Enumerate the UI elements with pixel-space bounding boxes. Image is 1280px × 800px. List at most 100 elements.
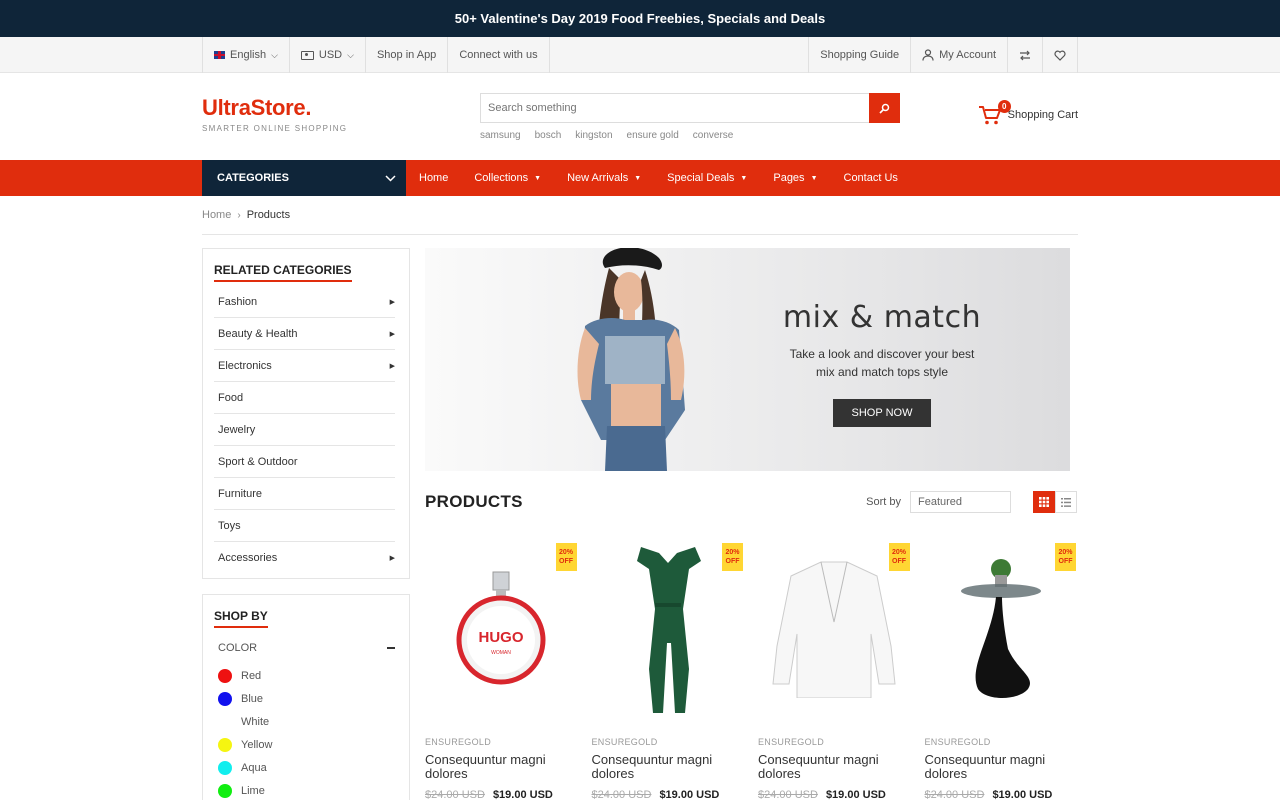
- search-tag[interactable]: samsung: [480, 130, 521, 141]
- cart-label: Shopping Cart: [1007, 109, 1078, 121]
- product-image[interactable]: 20% OFF: [758, 543, 911, 713]
- promo-text[interactable]: 50+ Valentine's Day 2019 Food Freebies, …: [455, 11, 826, 26]
- color-option-lime[interactable]: Lime: [214, 779, 395, 800]
- search-input[interactable]: [480, 93, 869, 123]
- product-name[interactable]: Consequuntur magni dolores: [925, 753, 1078, 781]
- shop-by-box: SHOP BY COLOR Red Blue White Yellow Aqua…: [202, 594, 410, 800]
- shop-in-app-link[interactable]: Shop in App: [366, 37, 449, 73]
- product-name[interactable]: Consequuntur magni dolores: [425, 753, 578, 781]
- caret-down-icon: ▼: [534, 174, 542, 182]
- chevron-down-icon: ⌵: [347, 49, 354, 60]
- category-item-electronics[interactable]: Electronics ▶: [214, 350, 395, 382]
- shop-by-title: SHOP BY: [214, 595, 268, 628]
- discount-badge: 20% OFF: [722, 543, 743, 571]
- shopping-guide-link[interactable]: Shopping Guide: [808, 37, 912, 73]
- logo[interactable]: UltraStore. SMARTER ONLINE SHOPPING: [202, 95, 347, 133]
- price: $19.00 USD: [659, 789, 720, 800]
- product-image[interactable]: HUGO WOMAN 20% OFF: [425, 543, 578, 713]
- product-card[interactable]: 20% OFF ENSUREGOLD Consequuntur magni do…: [592, 543, 745, 800]
- grid-view-button[interactable]: [1033, 491, 1055, 513]
- nav-pages[interactable]: Pages ▼: [760, 160, 830, 196]
- blazer-image: [772, 561, 896, 698]
- color-option-red[interactable]: Red: [214, 664, 395, 687]
- cart-count-badge: 0: [997, 100, 1011, 113]
- currency-selector[interactable]: USD ⌵: [290, 37, 366, 73]
- color-swatch: [218, 760, 232, 775]
- product-name[interactable]: Consequuntur magni dolores: [592, 753, 745, 781]
- search-area: samsung bosch kingston ensure gold conve…: [480, 93, 900, 141]
- product-name[interactable]: Consequuntur magni dolores: [758, 753, 911, 781]
- search-button[interactable]: [869, 93, 900, 123]
- old-price: $24.00 USD: [924, 789, 985, 800]
- caret-right-icon: ▶: [389, 362, 395, 370]
- color-swatch: [218, 668, 232, 683]
- discount-badge: 20% OFF: [555, 543, 577, 571]
- category-item-sport-outdoor[interactable]: Sport & Outdoor: [214, 446, 395, 478]
- product-image[interactable]: 20% OFF: [592, 543, 745, 713]
- sort-select[interactable]: Featured: [910, 491, 1011, 513]
- language-selector[interactable]: English ⌵: [202, 37, 290, 73]
- color-option-yellow[interactable]: Yellow: [214, 733, 395, 756]
- nav-new-arrivals[interactable]: New Arrivals ▼: [554, 160, 654, 196]
- nav-special-deals[interactable]: Special Deals ▼: [654, 160, 760, 196]
- search-tag[interactable]: ensure gold: [627, 130, 679, 141]
- product-brand[interactable]: ENSUREGOLD: [925, 737, 1078, 747]
- nav-home[interactable]: Home: [406, 160, 461, 196]
- product-image[interactable]: 20% OFF: [925, 543, 1078, 713]
- category-item-accessories[interactable]: Accessories ▶: [214, 542, 395, 574]
- category-item-furniture[interactable]: Furniture: [214, 478, 395, 510]
- color-swatch: [218, 737, 232, 752]
- category-item-jewelry[interactable]: Jewelry: [214, 414, 395, 446]
- categories-dropdown[interactable]: CATEGORIES: [202, 160, 406, 196]
- promo-bar: 50+ Valentine's Day 2019 Food Freebies, …: [0, 0, 1280, 37]
- shopping-cart-button[interactable]: 0 Shopping Cart: [978, 100, 1078, 126]
- sort-label: Sort by: [866, 496, 901, 508]
- compare-button[interactable]: [1008, 37, 1043, 73]
- caret-down-icon: ▼: [810, 174, 818, 182]
- popular-search-tags: samsung bosch kingston ensure gold conve…: [480, 130, 900, 141]
- perfume-bottle-image: HUGO WOMAN: [456, 571, 546, 685]
- wishlist-button[interactable]: [1043, 37, 1078, 73]
- breadcrumb-home[interactable]: Home: [202, 209, 231, 221]
- sidebar: RELATED CATEGORIES Fashion ▶ Beauty & Hea…: [202, 248, 410, 800]
- svg-text:HUGO: HUGO: [479, 629, 524, 646]
- category-item-beauty-health[interactable]: Beauty & Health ▶: [214, 318, 395, 350]
- top-bar: English ⌵ USD ⌵ Shop in App Connect with…: [0, 37, 1280, 73]
- main-content: mix & match Take a look and discover you…: [425, 248, 1077, 800]
- category-item-food[interactable]: Food: [214, 382, 395, 414]
- color-option-white[interactable]: White: [214, 710, 395, 733]
- my-account-link[interactable]: My Account: [911, 37, 1008, 73]
- model-photo: [577, 248, 685, 471]
- nav-contact-us[interactable]: Contact Us: [831, 160, 911, 196]
- category-item-fashion[interactable]: Fashion ▶: [214, 286, 395, 318]
- products-title: PRODUCTS: [425, 492, 523, 511]
- breadcrumb-current: Products: [246, 209, 291, 221]
- heart-icon: [1054, 50, 1066, 61]
- color-option-blue[interactable]: Blue: [214, 687, 395, 710]
- search-icon: [879, 103, 890, 114]
- breadcrumb-separator-icon: ›: [237, 209, 241, 221]
- product-card[interactable]: 20% OFF ENSUREGOLD Consequuntur magni do…: [758, 543, 911, 800]
- breadcrumb: Home › Products: [202, 196, 1078, 234]
- color-swatch: [218, 714, 232, 729]
- caret-right-icon: ▶: [389, 298, 395, 306]
- product-brand[interactable]: ENSUREGOLD: [758, 737, 911, 747]
- discount-badge: 20% OFF: [1055, 543, 1076, 571]
- search-tag[interactable]: kingston: [575, 130, 612, 141]
- list-view-button[interactable]: [1055, 491, 1077, 513]
- color-filter-header[interactable]: COLOR: [214, 632, 395, 664]
- product-grid: HUGO WOMAN 20% OFF ENSUREGOLD Consequunt…: [425, 543, 1077, 800]
- product-card[interactable]: 20% OFF ENSUREGOLD Consequuntur magni do…: [925, 543, 1078, 800]
- search-tag[interactable]: converse: [693, 130, 734, 141]
- product-brand[interactable]: ENSUREGOLD: [592, 737, 745, 747]
- connect-link[interactable]: Connect with us: [448, 37, 550, 73]
- product-brand[interactable]: ENSUREGOLD: [425, 737, 578, 747]
- search-tag[interactable]: bosch: [535, 130, 562, 141]
- promo-banner[interactable]: mix & match Take a look and discover you…: [425, 248, 1070, 471]
- shop-now-button[interactable]: SHOP NOW: [832, 399, 932, 427]
- product-card[interactable]: HUGO WOMAN 20% OFF ENSUREGOLD Consequunt…: [425, 543, 578, 800]
- banner-text: mix & match Take a look and discover you…: [777, 300, 987, 427]
- color-option-aqua[interactable]: Aqua: [214, 756, 395, 779]
- nav-collections[interactable]: Collections ▼: [461, 160, 554, 196]
- category-item-toys[interactable]: Toys: [214, 510, 395, 542]
